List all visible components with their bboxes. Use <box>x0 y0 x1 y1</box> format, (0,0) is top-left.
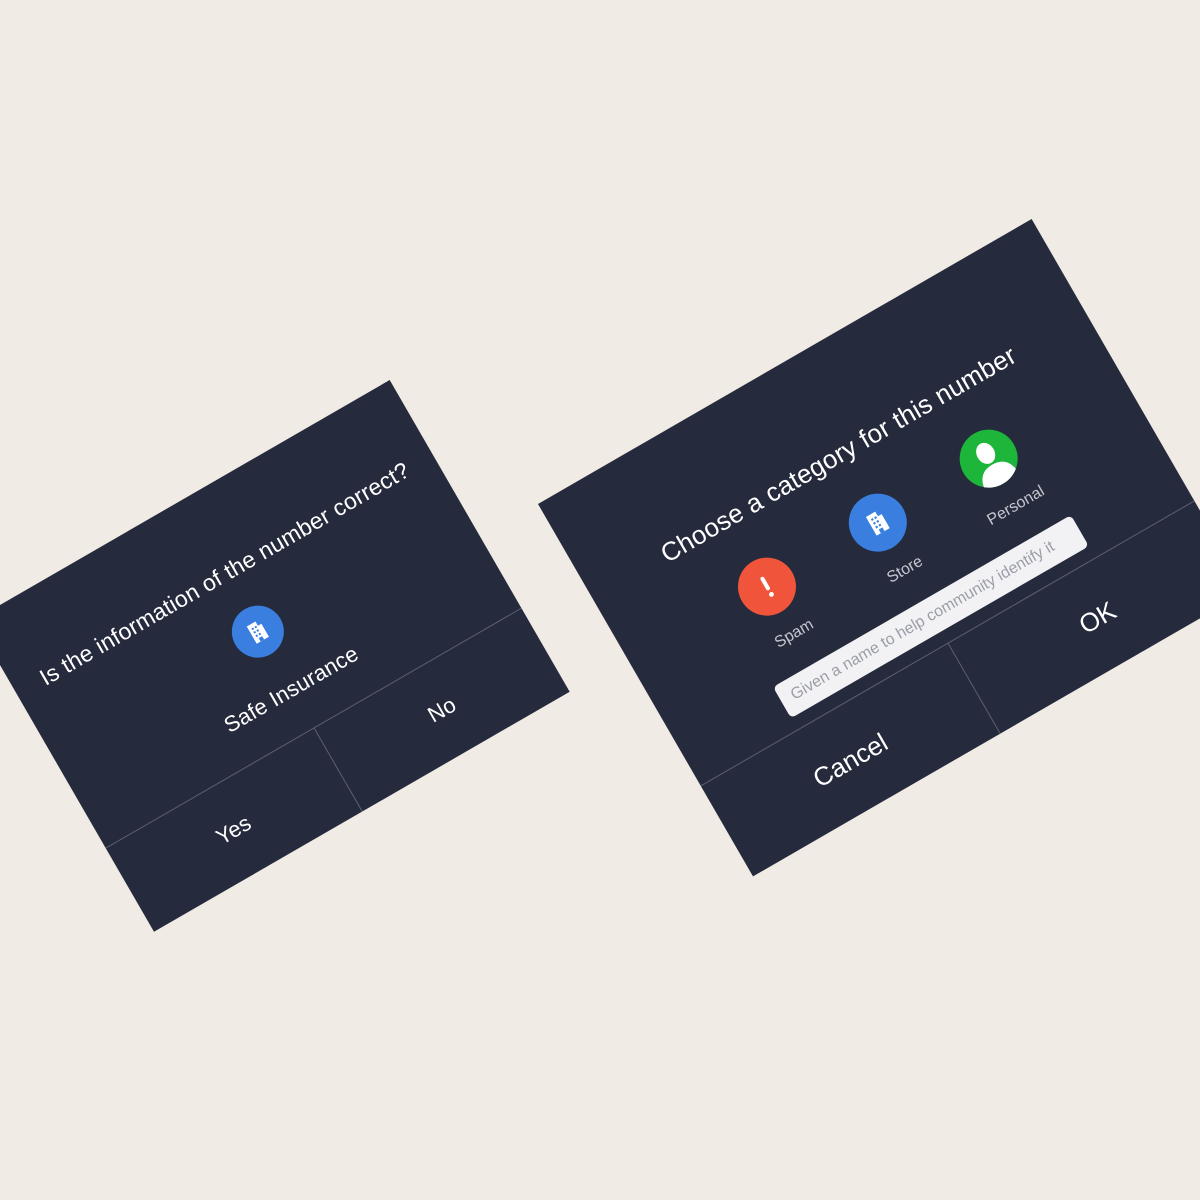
building-icon <box>246 621 269 644</box>
canvas: Is the information of the number correct… <box>0 0 1200 1200</box>
confirm-number-dialog: Is the information of the number correct… <box>0 380 570 932</box>
entity-icon <box>222 596 294 668</box>
choose-category-dialog: Choose a category for this number Spam S… <box>538 219 1200 877</box>
exclamation-icon <box>760 576 774 597</box>
category-option-personal[interactable]: Personal <box>538 219 1048 529</box>
building-icon <box>865 511 890 536</box>
category-option-store[interactable]: Store <box>538 219 1032 587</box>
confirm-dialog-title: Is the information of the number correct… <box>34 456 414 691</box>
person-icon <box>976 442 1020 494</box>
store-icon-circle[interactable] <box>838 482 918 563</box>
spam-icon-circle[interactable] <box>727 546 807 627</box>
category-option-spam[interactable]: Spam <box>538 219 1032 652</box>
personal-icon-circle[interactable] <box>949 418 1029 499</box>
